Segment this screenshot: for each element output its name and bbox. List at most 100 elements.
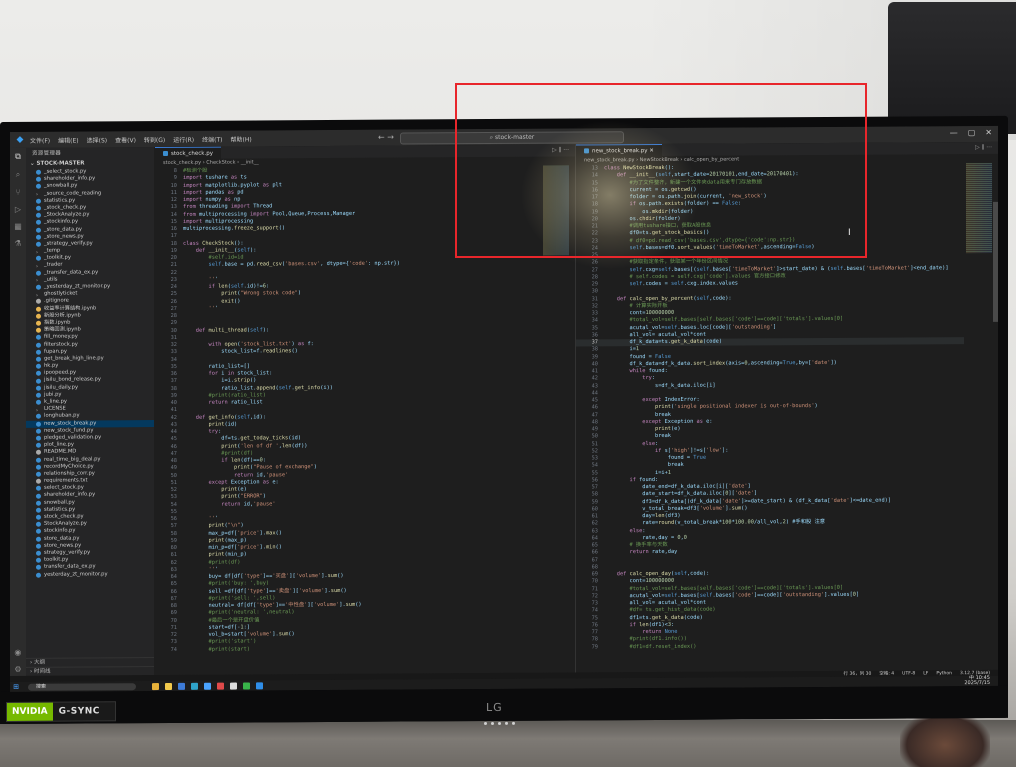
file-icon <box>36 313 41 319</box>
left-tab-label: stock_check.py <box>171 150 213 157</box>
account-icon[interactable]: ◉ <box>14 648 21 657</box>
app-icon[interactable] <box>230 682 237 690</box>
code-text: self.base = pd.read_csv('bases.csv', dty… <box>208 260 400 268</box>
timeline-section-label: 时间线 <box>33 668 51 675</box>
file-icon <box>36 212 41 218</box>
tree-item-label: _strategy_verify.py <box>44 240 93 247</box>
file-explorer-icon[interactable] <box>165 682 172 690</box>
eol[interactable]: LF <box>923 671 928 676</box>
taskbar-apps <box>152 681 263 690</box>
code-text: rate=round(v_total_break*100*100.00/all_… <box>604 519 826 527</box>
extensions-icon[interactable]: ▦ <box>14 222 22 231</box>
minimize-icon[interactable]: — <box>950 128 958 137</box>
file-icon <box>36 327 41 333</box>
code-text: df_k_data=ts.get_k_data(code) <box>604 338 723 346</box>
chrome-icon[interactable] <box>152 682 159 690</box>
speaker <box>888 2 1016 134</box>
activity-bar: ⧉ ⌕ ⑂ ▷ ▦ ⚗ ◉ ⚙ <box>10 147 26 680</box>
tree-file[interactable]: yesterday_zt_monitor.py <box>26 571 154 579</box>
right-scrollbar[interactable] <box>993 201 998 322</box>
app-icon[interactable] <box>204 682 211 690</box>
code-line[interactable]: 79 #df1=df.reset_index() <box>576 642 964 652</box>
file-icon <box>36 500 41 506</box>
file-icon <box>36 177 41 183</box>
run-debug-icon[interactable]: ▷ <box>15 205 21 214</box>
explorer-icon[interactable]: ⧉ <box>15 152 21 162</box>
file-icon <box>36 450 41 456</box>
tab-new-stock-break[interactable]: new_stock_break.py ✕ <box>576 143 662 157</box>
file-icon <box>36 507 41 513</box>
tree-item-label: _transfer_data_ex.py <box>44 269 99 276</box>
code-line[interactable]: 74 #print(start) <box>155 644 541 654</box>
encoding[interactable]: UTF-8 <box>902 671 915 676</box>
code-text: #print(start) <box>183 645 250 653</box>
menu-item[interactable]: 选择(S) <box>87 137 108 144</box>
file-icon <box>36 421 41 427</box>
file-icon <box>36 399 41 405</box>
folder-icon: › <box>36 278 38 285</box>
workspace-root-label: STOCK-MASTER <box>36 160 85 167</box>
file-icon <box>36 320 41 326</box>
code-text: return rate,day <box>629 549 678 556</box>
menu-item[interactable]: 查看(V) <box>115 137 136 144</box>
file-icon <box>36 442 41 448</box>
source-control-icon[interactable]: ⑂ <box>16 188 21 197</box>
sidebar-footer: › 大纲 › 时间线 <box>26 657 154 676</box>
wechat-icon[interactable] <box>243 681 250 690</box>
maximize-icon[interactable]: ▢ <box>968 128 976 137</box>
right-code-area[interactable]: 13 class NewStockBreak(): 14 def __init__(… <box>576 163 964 672</box>
file-icon <box>36 457 41 463</box>
gear-icon[interactable]: ⚙ <box>14 665 21 674</box>
command-center[interactable]: ⌕ stock-master <box>400 131 624 145</box>
file-icon <box>36 227 41 233</box>
folder-icon: › <box>36 263 38 270</box>
menu-bar: 文件(F) 编辑(E) 选择(S) 查看(V) 转到(G) 运行(R) 终端(T) 帮助(H) <box>30 134 260 144</box>
menu-item[interactable]: 运行(R) <box>173 136 194 143</box>
text-cursor-icon: I <box>848 228 851 238</box>
line-number: 79 <box>591 643 598 650</box>
file-icon <box>36 572 41 578</box>
testing-icon[interactable]: ⚗ <box>14 239 21 248</box>
left-minimap[interactable] <box>543 165 569 256</box>
line-number: 74 <box>170 646 177 653</box>
search-icon[interactable]: ⌕ <box>16 170 20 180</box>
python-file-icon <box>163 150 168 156</box>
menu-item[interactable]: 转到(G) <box>144 136 165 143</box>
language-mode[interactable]: Python <box>936 671 952 676</box>
file-icon <box>36 543 41 549</box>
code-text: df_k_data=df_k_data.sort_index(axis=0,as… <box>604 359 837 368</box>
file-icon <box>36 536 41 542</box>
menu-item[interactable]: 终端(T) <box>202 136 222 143</box>
monitor-bezel <box>0 685 1008 724</box>
editor-actions-icon[interactable]: ▷ ⫼ ··· <box>552 147 569 155</box>
editor-actions-icon[interactable]: ▷ ⫼ ··· <box>975 144 992 152</box>
window-controls: — ▢ ✕ <box>950 128 992 137</box>
vscode-taskbar-icon[interactable] <box>256 681 263 689</box>
code-text: return id,'pause' <box>221 500 276 508</box>
tab-stock-check[interactable]: stock_check.py <box>155 146 221 160</box>
tree-item-label: get_break_high_line.py <box>44 355 104 362</box>
code-text: return ratio_list <box>208 399 263 406</box>
taskbar-search[interactable]: 搜索 <box>28 682 136 691</box>
system-tray[interactable]: 中 10:45 2025/7/15 <box>964 675 990 686</box>
edge-icon[interactable] <box>191 682 198 690</box>
menu-item[interactable]: 文件(F) <box>30 137 50 144</box>
tree-item-label: _toolkit.py <box>44 254 71 261</box>
file-icon <box>36 256 41 262</box>
nav-arrows-icon[interactable]: ← → <box>378 133 394 142</box>
windows-start-icon[interactable]: ⊞ <box>10 683 22 691</box>
tree-item-label: _temp <box>44 247 61 254</box>
left-code-area[interactable]: 8 #检测个股 9 import tushare as ts 10 import matp… <box>155 166 541 675</box>
store-icon[interactable] <box>178 682 185 690</box>
code-text: self.bases=df0.sort_values('timeToMarket… <box>629 243 815 251</box>
menu-item[interactable]: 编辑(E) <box>58 137 78 144</box>
menu-item[interactable]: 帮助(H) <box>230 136 251 143</box>
close-icon[interactable]: ✕ <box>985 128 992 137</box>
monitor: ◆ 文件(F) 编辑(E) 选择(S) 查看(V) 转到(G) 运行(R) 终端(T) 帮助(… <box>0 115 1008 726</box>
code-text: multiprocessing.freeze_support() <box>183 225 286 232</box>
file-icon <box>36 414 41 420</box>
right-minimap[interactable] <box>966 162 992 254</box>
file-icon <box>36 529 41 535</box>
explorer-sidebar: 资源管理器 ⌄ STOCK-MASTER _select_stock.py sha… <box>26 147 154 676</box>
app-icon[interactable] <box>217 682 224 690</box>
